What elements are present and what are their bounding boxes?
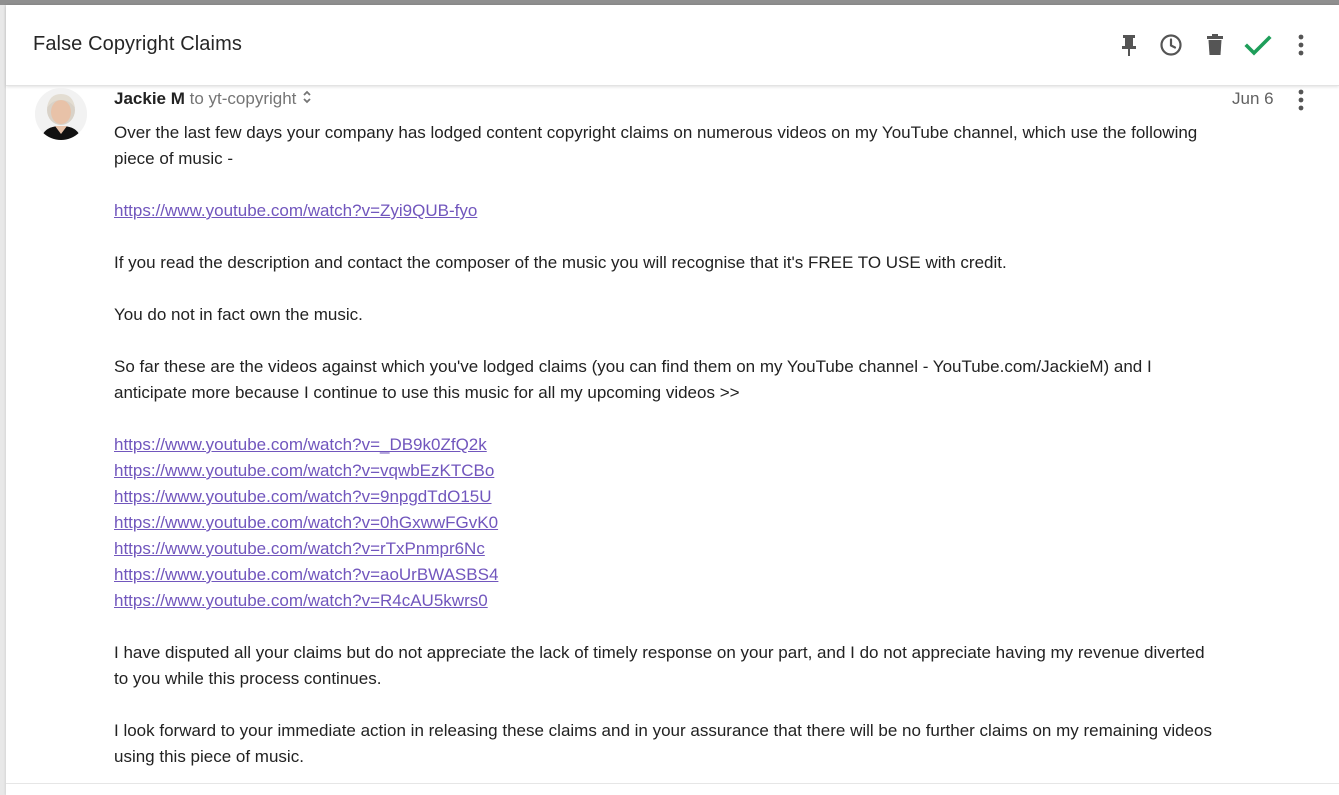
body-paragraph: I have disputed all your claims but do n… <box>114 643 1205 688</box>
body-paragraph: Over the last few days your company has … <box>114 123 1198 168</box>
body-paragraph: You do not in fact own the music. <box>114 305 363 324</box>
done-check-icon[interactable] <box>1244 31 1272 59</box>
snooze-clock-icon[interactable] <box>1157 31 1185 59</box>
more-vert-icon[interactable] <box>1287 31 1315 59</box>
thread-header: False Copyright Claims <box>6 5 1339 86</box>
trash-icon[interactable] <box>1201 31 1229 59</box>
video-link[interactable]: https://www.youtube.com/watch?v=9npgdTdO… <box>114 484 492 510</box>
pin-icon[interactable] <box>1115 31 1143 59</box>
body-paragraph: If you read the description and contact … <box>114 253 1007 272</box>
expand-details-icon[interactable] <box>302 89 312 110</box>
music-link[interactable]: https://www.youtube.com/watch?v=Zyi9QUB-… <box>114 198 477 224</box>
divider <box>6 783 1339 784</box>
video-link[interactable]: https://www.youtube.com/watch?v=aoUrBWAS… <box>114 562 498 588</box>
video-link[interactable]: https://www.youtube.com/watch?v=R4cAU5kw… <box>114 588 488 614</box>
message-more-icon[interactable] <box>1289 86 1313 114</box>
video-link[interactable]: https://www.youtube.com/watch?v=rTxPnmpr… <box>114 536 485 562</box>
body-paragraph: I look forward to your immediate action … <box>114 721 1212 766</box>
video-link[interactable]: https://www.youtube.com/watch?v=vqwbEzKT… <box>114 458 494 484</box>
sender-name[interactable]: Jackie M <box>114 89 185 108</box>
thread-subject: False Copyright Claims <box>33 33 242 55</box>
video-link[interactable]: https://www.youtube.com/watch?v=_DB9k0Zf… <box>114 432 487 458</box>
recipient-label: to yt-copyright <box>189 89 297 108</box>
body-paragraph: So far these are the videos against whic… <box>114 357 1152 402</box>
sender-avatar[interactable] <box>35 88 87 140</box>
message-body: Over the last few days your company has … <box>114 120 1214 770</box>
video-link[interactable]: https://www.youtube.com/watch?v=0hGxwwFG… <box>114 510 498 536</box>
message-meta: Jackie M to yt-copyright <box>114 89 312 110</box>
message-date: Jun 6 <box>1232 89 1274 108</box>
email-thread-view: False Copyright Claims Jackie M to yt-co… <box>6 5 1339 795</box>
